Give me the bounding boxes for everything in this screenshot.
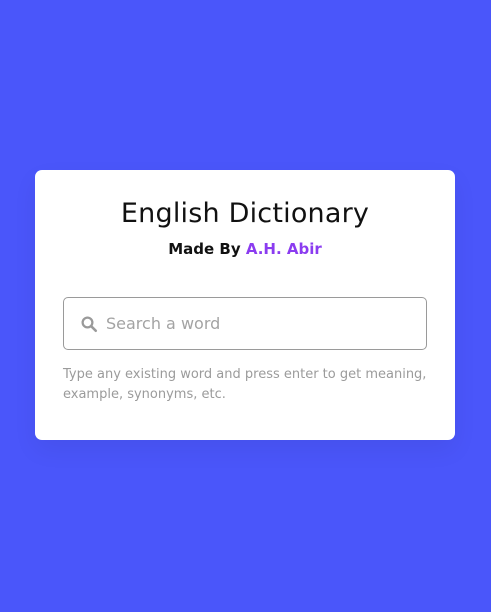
dictionary-card: English Dictionary Made By A.H. Abir Typ… bbox=[35, 170, 455, 440]
app-title: English Dictionary bbox=[120, 198, 370, 229]
made-by-line: Made By A.H. Abir bbox=[35, 240, 455, 258]
search-input[interactable] bbox=[106, 298, 416, 349]
hint-text: Type any existing word and press enter t… bbox=[63, 367, 427, 402]
search-icon bbox=[81, 316, 98, 333]
made-by-label: Made By bbox=[168, 240, 246, 258]
page-background: { "app": { "title": "English Dictionary"… bbox=[0, 0, 491, 612]
search-box[interactable] bbox=[63, 297, 427, 350]
author-name: A.H. Abir bbox=[245, 240, 322, 258]
